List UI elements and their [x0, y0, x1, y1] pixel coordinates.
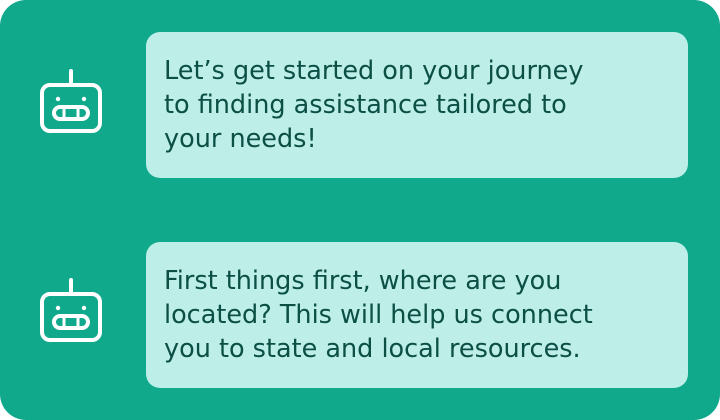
- message-bubble: First things first, where are you locate…: [146, 242, 688, 388]
- message-bubble: Let’s get started on your journey to fin…: [146, 32, 688, 178]
- message-line: you to state and local resources.: [164, 334, 581, 364]
- robot-icon: [38, 69, 104, 135]
- message-text: First things first, where are you locate…: [164, 264, 668, 366]
- message-line: your needs!: [164, 124, 317, 154]
- message-line: to finding assistance tailored to: [164, 90, 567, 120]
- message-line: located? This will help us connect: [164, 300, 593, 330]
- chat-panel: Let’s get started on your journey to fin…: [0, 0, 720, 420]
- message-text: Let’s get started on your journey to fin…: [164, 54, 668, 156]
- chat-message-2: First things first, where are you locate…: [0, 242, 720, 388]
- robot-icon: [38, 278, 104, 344]
- message-line: First things first, where are you: [164, 266, 562, 296]
- chat-message-1: Let’s get started on your journey to fin…: [0, 32, 720, 178]
- message-line: Let’s get started on your journey: [164, 56, 584, 86]
